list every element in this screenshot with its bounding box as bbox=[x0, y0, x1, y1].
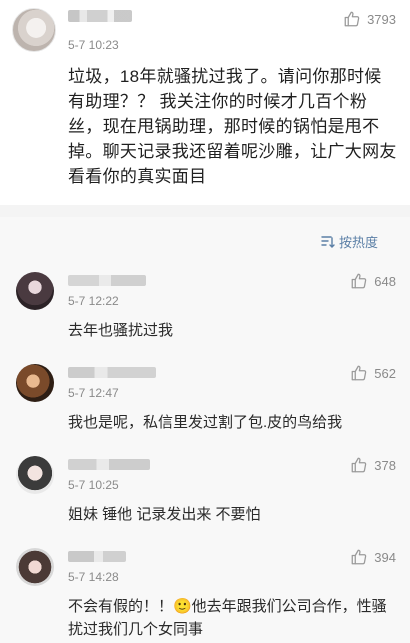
thumbs-up-icon bbox=[350, 456, 368, 474]
avatar[interactable] bbox=[16, 548, 54, 586]
username-blurred[interactable] bbox=[68, 459, 150, 470]
thumbs-up-icon bbox=[343, 10, 361, 28]
reply-text: 我也是呢，私信里发过割了包.皮的鸟给我 bbox=[68, 414, 343, 431]
reply-text: 姐妹 锤他 记录发出来 不要怕 bbox=[68, 506, 261, 523]
reply-time: 5-7 14:28 bbox=[68, 570, 119, 584]
reply-item: 5-7 10:25 378 姐妹 锤他 记录发出来 不要怕 bbox=[0, 448, 410, 540]
reply-text: 去年也骚扰过我 bbox=[68, 322, 174, 339]
like-count: 562 bbox=[374, 365, 396, 381]
username-blurred[interactable] bbox=[68, 275, 146, 286]
avatar[interactable] bbox=[16, 272, 54, 310]
reply-item: 5-7 12:47 562 我也是呢，私信里发过割了包.皮的鸟给我 bbox=[0, 356, 410, 448]
avatar[interactable] bbox=[12, 8, 56, 52]
like-count: 648 bbox=[374, 273, 396, 289]
comment-text: 垃圾，18年就骚扰过我了。请问你那时候有助理？？ 我关注你的时候才几百个粉丝，现… bbox=[68, 67, 397, 186]
thumbs-up-icon bbox=[350, 272, 368, 290]
sort-by-hot-button[interactable]: 按热度 bbox=[321, 232, 378, 251]
like-count: 3793 bbox=[367, 11, 396, 27]
section-divider bbox=[0, 205, 410, 217]
thumbs-up-icon bbox=[350, 364, 368, 382]
like-button[interactable]: 648 bbox=[350, 272, 396, 290]
sort-icon bbox=[321, 235, 335, 249]
reply-time: 5-7 10:25 bbox=[68, 478, 119, 492]
like-button[interactable]: 562 bbox=[350, 364, 396, 382]
reply-text: 不会有假的！！🙂他去年跟我们公司合作，性骚扰过我们几个女同事 bbox=[68, 598, 387, 638]
reply-item: 5-7 14:28 394 不会有假的！！🙂他去年跟我们公司合作，性骚扰过我们几… bbox=[0, 540, 410, 643]
reply-time: 5-7 12:47 bbox=[68, 386, 119, 400]
like-count: 378 bbox=[374, 457, 396, 473]
username-blurred[interactable] bbox=[68, 10, 132, 22]
reply-list: 按热度 5-7 12:22 648 去年也骚扰过我 5-7 12:47 562 … bbox=[0, 217, 410, 643]
avatar[interactable] bbox=[16, 364, 54, 402]
like-button[interactable]: 378 bbox=[350, 456, 396, 474]
sort-label: 按热度 bbox=[338, 235, 378, 250]
username-blurred[interactable] bbox=[68, 551, 126, 562]
reply-item: 5-7 12:22 648 去年也骚扰过我 bbox=[0, 264, 410, 356]
thumbs-up-icon bbox=[350, 548, 368, 566]
reply-time: 5-7 12:22 bbox=[68, 294, 119, 308]
username-blurred[interactable] bbox=[68, 367, 156, 378]
main-comment: 5-7 10:23 3793 垃圾，18年就骚扰过我了。请问你那时候有助理？？ … bbox=[0, 0, 410, 205]
like-button[interactable]: 3793 bbox=[343, 10, 396, 28]
avatar[interactable] bbox=[16, 456, 54, 494]
comment-time: 5-7 10:23 bbox=[68, 38, 119, 52]
like-button[interactable]: 394 bbox=[350, 548, 396, 566]
like-count: 394 bbox=[374, 549, 396, 565]
